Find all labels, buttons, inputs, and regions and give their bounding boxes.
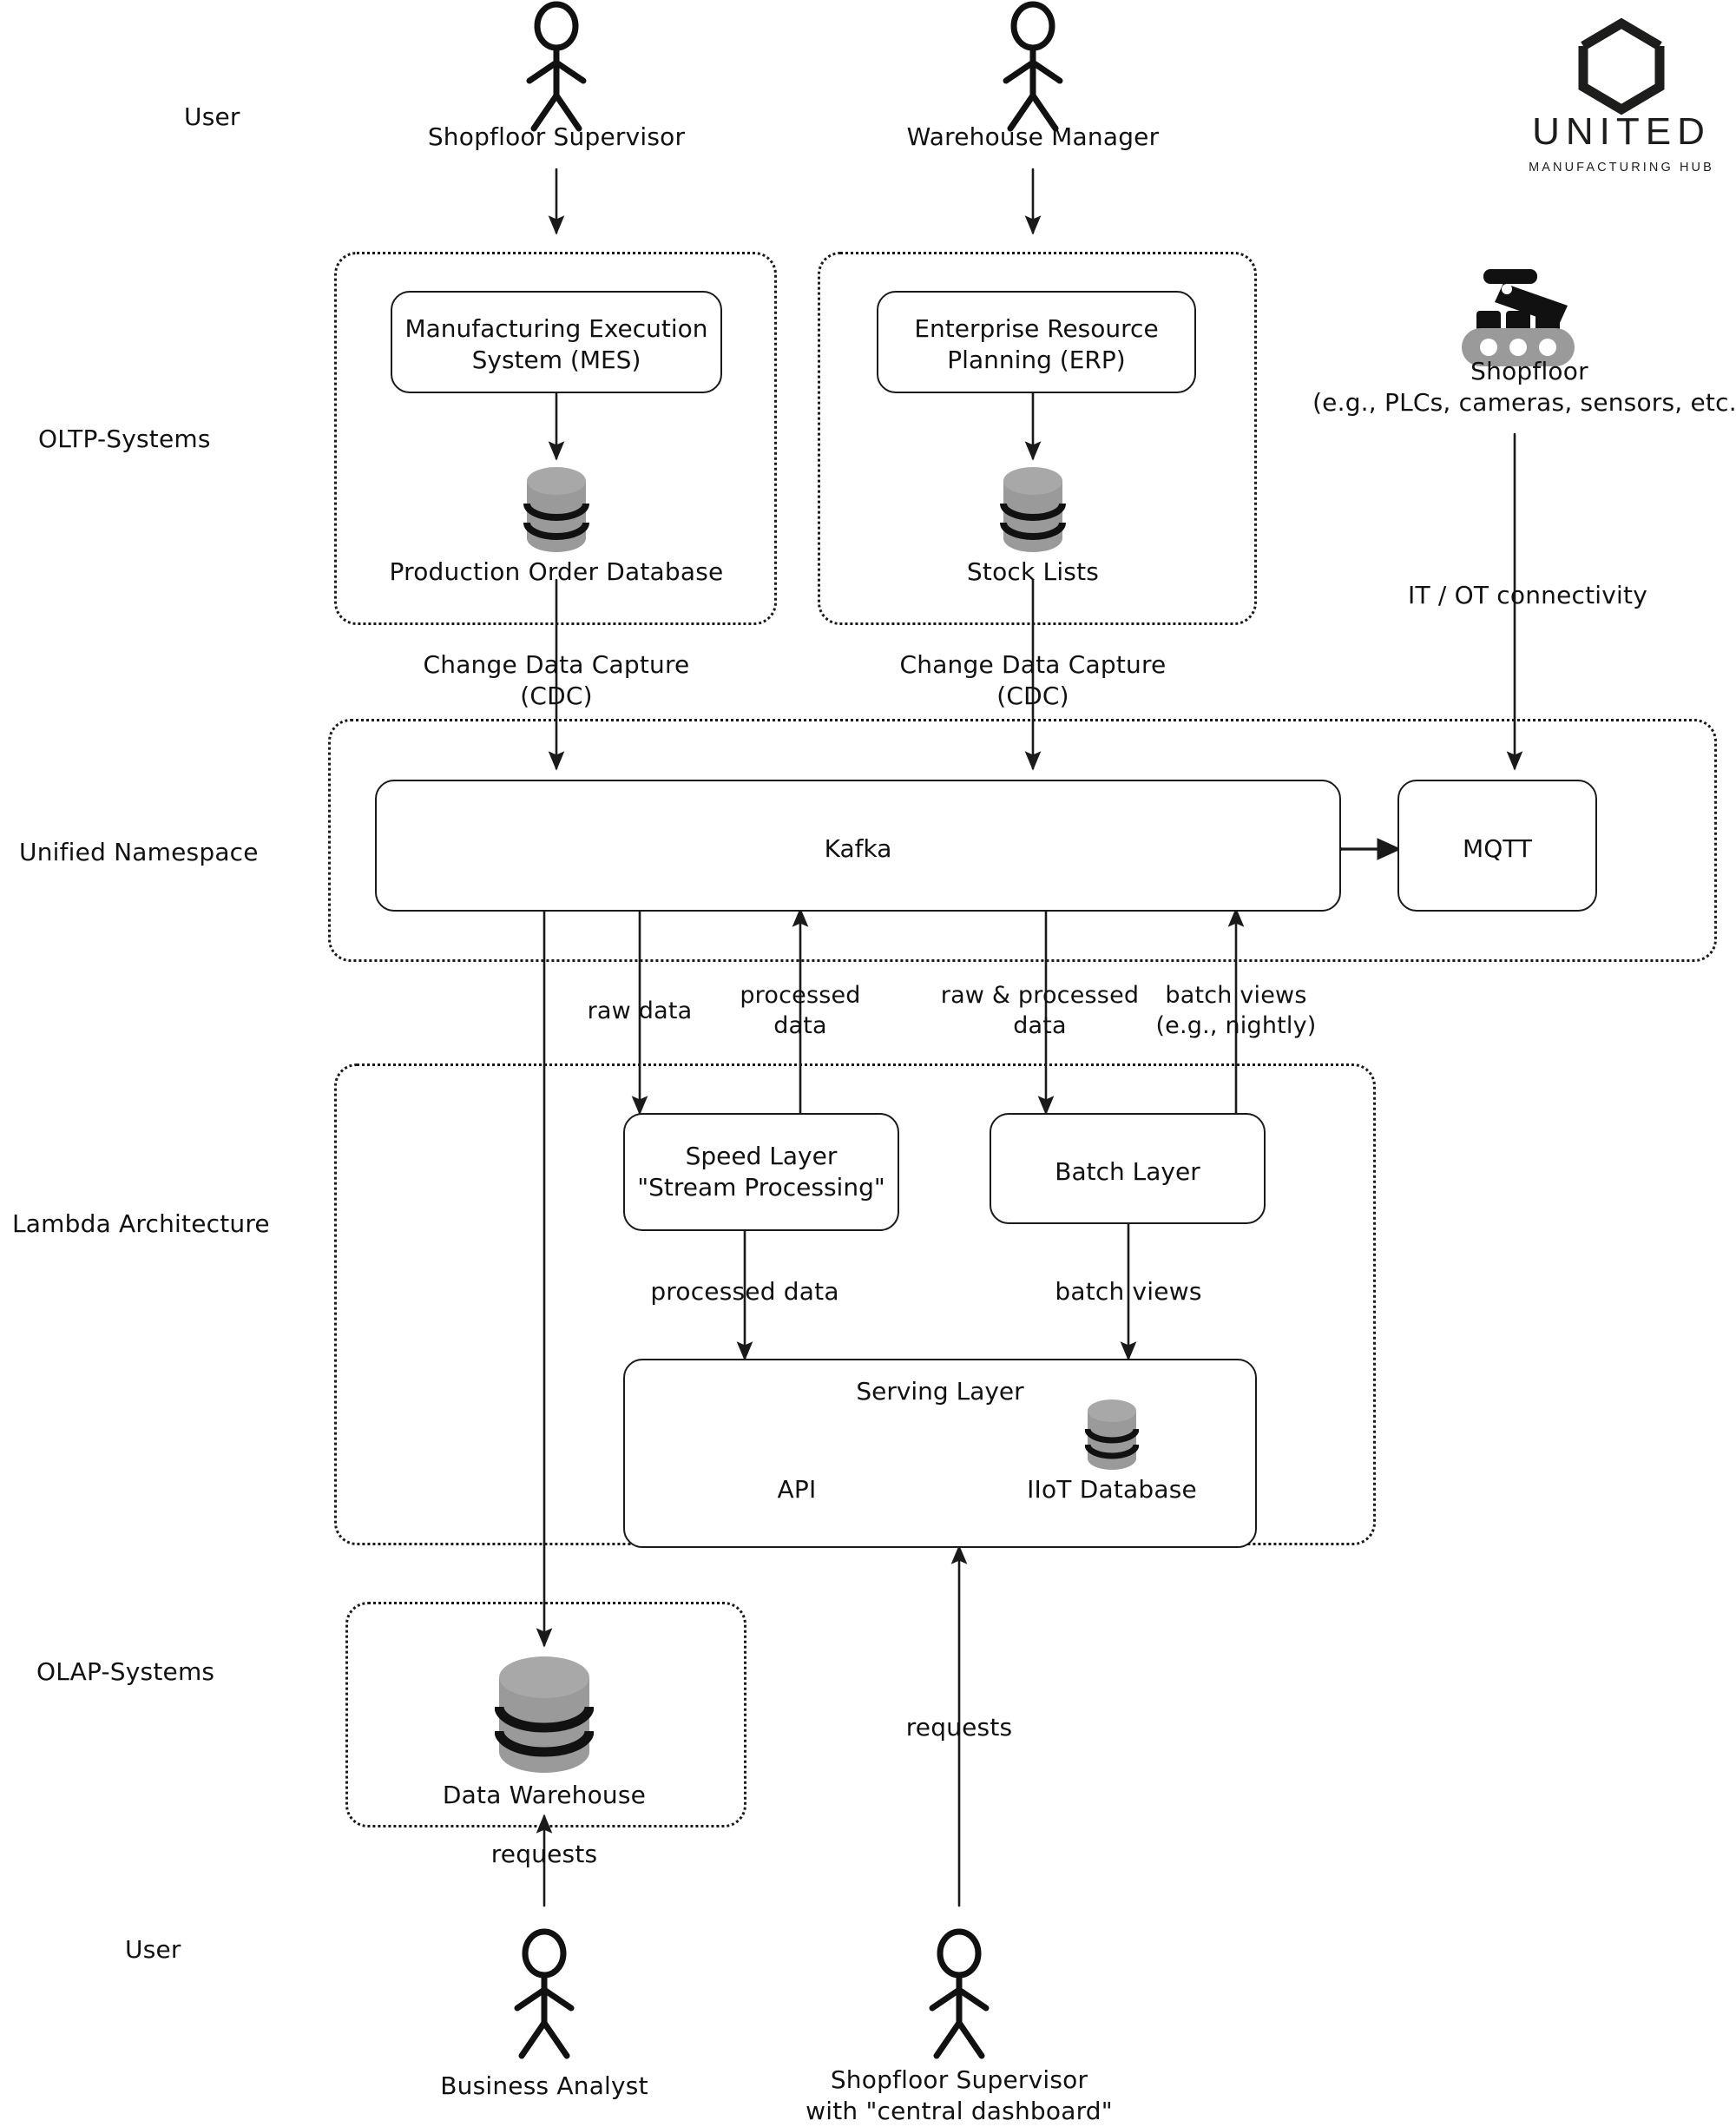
edge-label-cdc-left: Change Data Capture (CDC) xyxy=(423,650,690,710)
actor-label-business-analyst: Business Analyst xyxy=(440,2071,648,2100)
node-kafka[interactable]: Kafka xyxy=(375,780,1341,912)
swimlane-label-user-top: User xyxy=(184,102,240,131)
node-mqtt-label: MQTT xyxy=(1463,834,1532,863)
stick-figure-icon xyxy=(929,1928,990,2059)
edge-label-requests-serving: requests xyxy=(905,1713,1013,1742)
node-label-data-warehouse: Data Warehouse xyxy=(442,1781,647,1809)
conveyor-robot-icon xyxy=(1462,269,1575,366)
edge-label-cdc-right: Change Data Capture (CDC) xyxy=(899,650,1167,710)
stick-figure-icon xyxy=(1003,1,1063,132)
brand-tagline: MANUFACTURING HUB xyxy=(1529,161,1714,175)
iiot-database-icon xyxy=(1085,1399,1139,1471)
edge-label-batch-views-down: batch views xyxy=(1055,1277,1202,1306)
node-batch-layer-label: Batch Layer xyxy=(1055,1157,1200,1186)
edge-label-it-ot-connectivity: IT / OT connectivity xyxy=(1408,581,1647,609)
swimlane-label-oltp: OLTP-Systems xyxy=(38,425,211,453)
architecture-diagram: User OLTP-Systems Unified Namespace Lamb… xyxy=(0,0,1736,2125)
node-label-api: API xyxy=(777,1475,817,1504)
node-label-iiot-database: IIoT Database xyxy=(1027,1475,1197,1504)
node-mqtt[interactable]: MQTT xyxy=(1397,780,1597,912)
node-serving-layer[interactable]: Serving Layer xyxy=(623,1359,1257,1548)
node-mes[interactable]: Manufacturing Execution System (MES) xyxy=(391,291,722,393)
edge-label-processed-data-down: processed data xyxy=(650,1277,839,1306)
edge-label-batch-views-up: batch views (e.g., nightly) xyxy=(1155,982,1317,1039)
node-serving-layer-label: Serving Layer xyxy=(856,1377,1024,1406)
edge-label-requests-warehouse: requests xyxy=(490,1840,598,1868)
swimlane-label-uns: Unified Namespace xyxy=(19,838,259,866)
actor-label-warehouse-manager: Warehouse Manager xyxy=(906,122,1160,151)
node-label-shopfloor: Shopfloor (e.g., PLCs, cameras, sensors,… xyxy=(1312,357,1736,417)
node-kafka-label: Kafka xyxy=(824,834,892,863)
stick-figure-icon xyxy=(526,1,587,132)
production-order-db-icon xyxy=(523,467,589,552)
actor-label-shopfloor-supervisor-top: Shopfloor Supervisor xyxy=(427,122,686,151)
node-label-stock-lists: Stock Lists xyxy=(966,557,1100,586)
actor-label-shopfloor-supervisor-bottom: Shopfloor Supervisor with "central dashb… xyxy=(806,2065,1113,2125)
node-erp-label: Enterprise Resource Planning (ERP) xyxy=(914,314,1159,375)
node-mes-label: Manufacturing Execution System (MES) xyxy=(404,314,708,375)
swimlane-label-olap: OLAP-Systems xyxy=(36,1657,215,1686)
hexagon-u-logo-icon xyxy=(1578,17,1665,115)
node-speed-layer[interactable]: Speed Layer "Stream Processing" xyxy=(623,1113,899,1231)
node-erp[interactable]: Enterprise Resource Planning (ERP) xyxy=(877,291,1196,393)
brand-logo: UNITED MANUFACTURING HUB xyxy=(1502,113,1736,175)
brand-name: UNITED xyxy=(1532,110,1711,153)
swimlane-label-user-bottom: User xyxy=(125,1935,181,1964)
node-label-production-order-db: Production Order Database xyxy=(389,557,724,586)
data-warehouse-db-icon xyxy=(495,1656,594,1773)
swimlane-label-lambda: Lambda Architecture xyxy=(12,1209,270,1238)
node-batch-layer[interactable]: Batch Layer xyxy=(990,1113,1266,1224)
stock-lists-db-icon xyxy=(1000,467,1066,552)
node-speed-layer-label: Speed Layer "Stream Processing" xyxy=(637,1142,885,1202)
stick-figure-icon xyxy=(514,1928,575,2059)
